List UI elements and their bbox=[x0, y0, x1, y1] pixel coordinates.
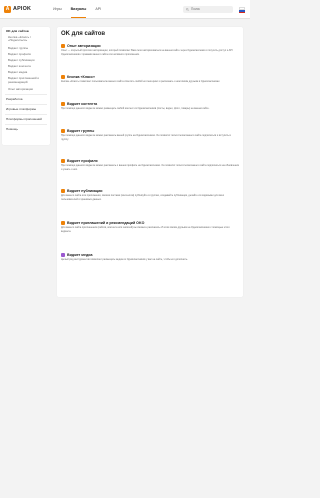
sidebar-item-profile-widget[interactable]: Виджет профиля bbox=[8, 52, 31, 57]
section-invite-widget: Виджет приглашений и рекомендаций OKO Дл… bbox=[61, 220, 239, 233]
logo-mark: A bbox=[4, 5, 11, 13]
section-title[interactable]: Виджет медиа bbox=[67, 253, 92, 257]
sidebar-item-development[interactable]: Разработка bbox=[6, 97, 23, 102]
section-description: При помощи данного виджета можно рассказ… bbox=[61, 164, 239, 171]
sidebar-item-publication-widget[interactable]: Виджет публикации bbox=[8, 58, 35, 63]
top-nav-visuals[interactable]: Визуалы bbox=[70, 0, 86, 18]
section-description: При помощи данного виджета можно рассказ… bbox=[61, 134, 231, 141]
search-icon bbox=[186, 7, 189, 11]
section-description: Для вашего сайта приглашения (сайтов, ко… bbox=[61, 226, 230, 233]
sidebar-item-game-platforms[interactable]: Игровые платформы bbox=[6, 107, 36, 112]
top-nav-games[interactable]: Игры bbox=[53, 0, 61, 18]
publication-icon bbox=[61, 188, 65, 193]
logo-text: APIOK bbox=[13, 6, 32, 12]
section-publication-widget: Виджет публикации Для вашего сайта или п… bbox=[61, 188, 239, 201]
page-title: OK для сайтов bbox=[61, 31, 106, 37]
sidebar-item-auth[interactable]: Опыт авторизации bbox=[8, 87, 33, 92]
section-description: Целый ряд инструментов позволяет размеща… bbox=[61, 258, 188, 262]
main-content: OK для сайтов Опыт авторизации Опыт — от… bbox=[57, 27, 243, 297]
section-description: Кнопка «Класс» позволяет пользователю ва… bbox=[61, 80, 221, 84]
profile-icon bbox=[61, 158, 65, 163]
sidebar-item-media-widget[interactable]: Виджет медиа bbox=[8, 70, 27, 75]
section-class-button: Кнопка «Класс» Кнопка «Класс» позволяет … bbox=[61, 74, 239, 84]
sidebar-divider bbox=[5, 114, 47, 115]
sidebar-item-app-platforms[interactable]: Платформы приложений bbox=[6, 117, 42, 122]
sidebar-item-invite-widget[interactable]: Виджет приглашений и рекомендаций bbox=[8, 76, 48, 85]
section-title[interactable]: Виджет профиля bbox=[67, 159, 98, 163]
group-icon bbox=[61, 128, 65, 133]
sidebar-item-content-widget[interactable]: Виджет контента bbox=[8, 64, 31, 69]
media-icon bbox=[61, 252, 65, 257]
section-title[interactable]: Кнопка «Класс» bbox=[67, 75, 95, 79]
section-group-widget: Виджет группы При помощи данного виджета… bbox=[61, 128, 239, 141]
sidebar-divider bbox=[5, 104, 47, 105]
logo[interactable]: A APIOK bbox=[4, 5, 32, 13]
section-title[interactable]: Виджет приглашений и рекомендаций OKO bbox=[67, 221, 144, 225]
key-icon bbox=[61, 43, 65, 48]
content-icon bbox=[61, 101, 65, 106]
like-icon bbox=[61, 74, 65, 79]
language-flag-icon[interactable] bbox=[239, 7, 245, 13]
sidebar-divider bbox=[5, 94, 47, 95]
section-content-widget: Виджет контента При помощи данного видже… bbox=[61, 101, 239, 111]
section-title[interactable]: Виджет группы bbox=[67, 129, 94, 133]
top-bar: A APIOK Игры Визуалы API bbox=[0, 0, 250, 19]
section-media-widget: Виджет медиа Целый ряд инструментов позв… bbox=[61, 252, 239, 262]
sidebar-item-help[interactable]: Помощь bbox=[6, 127, 18, 132]
sidebar-item-ok-for-sites[interactable]: OK для сайтов bbox=[6, 29, 29, 34]
sidebar-item-group-widget[interactable]: Виджет группы bbox=[8, 46, 28, 51]
section-title[interactable]: Виджет публикации bbox=[67, 189, 103, 193]
section-title[interactable]: Опыт авторизации bbox=[67, 44, 101, 48]
section-profile-widget: Виджет профиля При помощи данного виджет… bbox=[61, 158, 239, 171]
section-description: Для вашего сайта или приложения, своими … bbox=[61, 194, 225, 201]
invite-icon bbox=[61, 220, 65, 225]
section-description: При помощи данного виджета можно размеща… bbox=[61, 107, 210, 111]
search-input[interactable] bbox=[191, 7, 229, 11]
search-box[interactable] bbox=[183, 5, 233, 13]
top-nav-api[interactable]: API bbox=[95, 0, 101, 18]
section-title[interactable]: Виджет контента bbox=[67, 102, 97, 106]
sidebar-divider bbox=[5, 124, 47, 125]
section-auth: Опыт авторизации Опыт — открытый протоко… bbox=[61, 43, 239, 56]
sidebar: OK для сайтов Кнопка «Класс» / «Поделить… bbox=[2, 27, 50, 145]
sidebar-item-class-button[interactable]: Кнопка «Класс» / «Поделиться» bbox=[8, 35, 48, 44]
section-description: Опыт — открытый протокол авторизации, ко… bbox=[61, 49, 233, 56]
top-nav: Игры Визуалы API bbox=[53, 0, 110, 18]
